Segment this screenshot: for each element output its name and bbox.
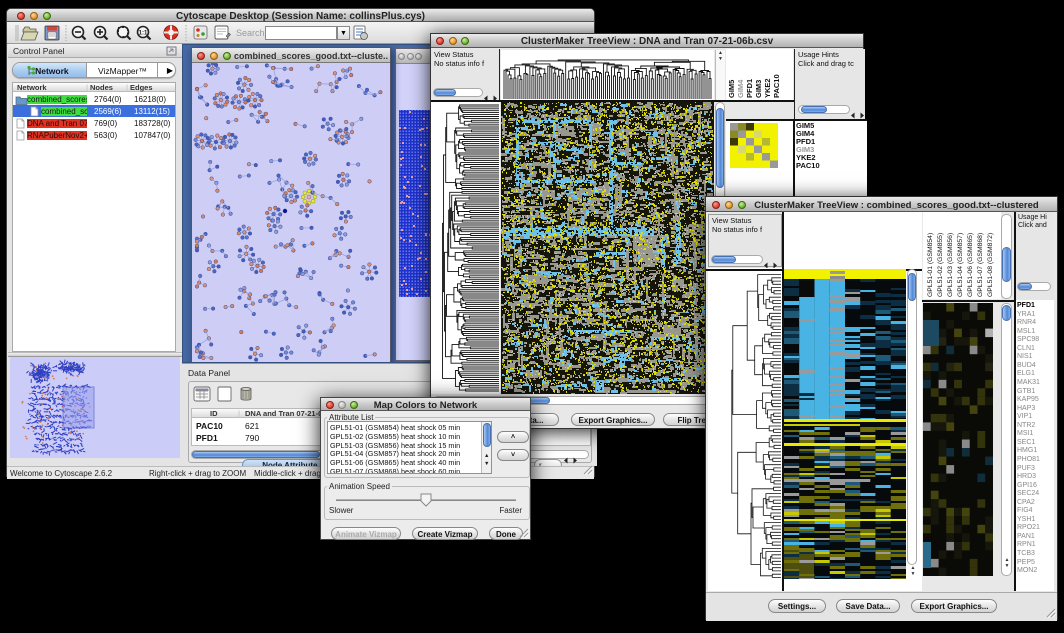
svg-text:GPL51-02 (GSM855): GPL51-02 (GSM855): [937, 233, 944, 297]
svg-text:1:1: 1:1: [139, 31, 148, 37]
svg-text:GPL51-07 (GSM868): GPL51-07 (GSM868): [977, 233, 984, 297]
svg-text:GPL51-04 (GSM857): GPL51-04 (GSM857): [957, 233, 964, 297]
svg-text:PFD1: PFD1: [745, 79, 754, 98]
svg-text:GIM5: GIM5: [727, 80, 736, 98]
svg-text:Search:: Search:: [236, 28, 267, 38]
svg-text:GIM4: GIM4: [736, 79, 745, 98]
svg-text:YKE2: YKE2: [763, 78, 772, 98]
svg-text:PAC10: PAC10: [772, 74, 781, 98]
svg-text:GPL51-01 (GSM854): GPL51-01 (GSM854): [927, 233, 934, 297]
svg-text:GPL51-03 (GSM856): GPL51-03 (GSM856): [947, 233, 954, 297]
svg-text:GPL51-08 (GSM872): GPL51-08 (GSM872): [987, 233, 994, 297]
svg-text:GPL51-06 (GSM865): GPL51-06 (GSM865): [967, 233, 974, 297]
svg-text:GIM3: GIM3: [754, 80, 763, 98]
